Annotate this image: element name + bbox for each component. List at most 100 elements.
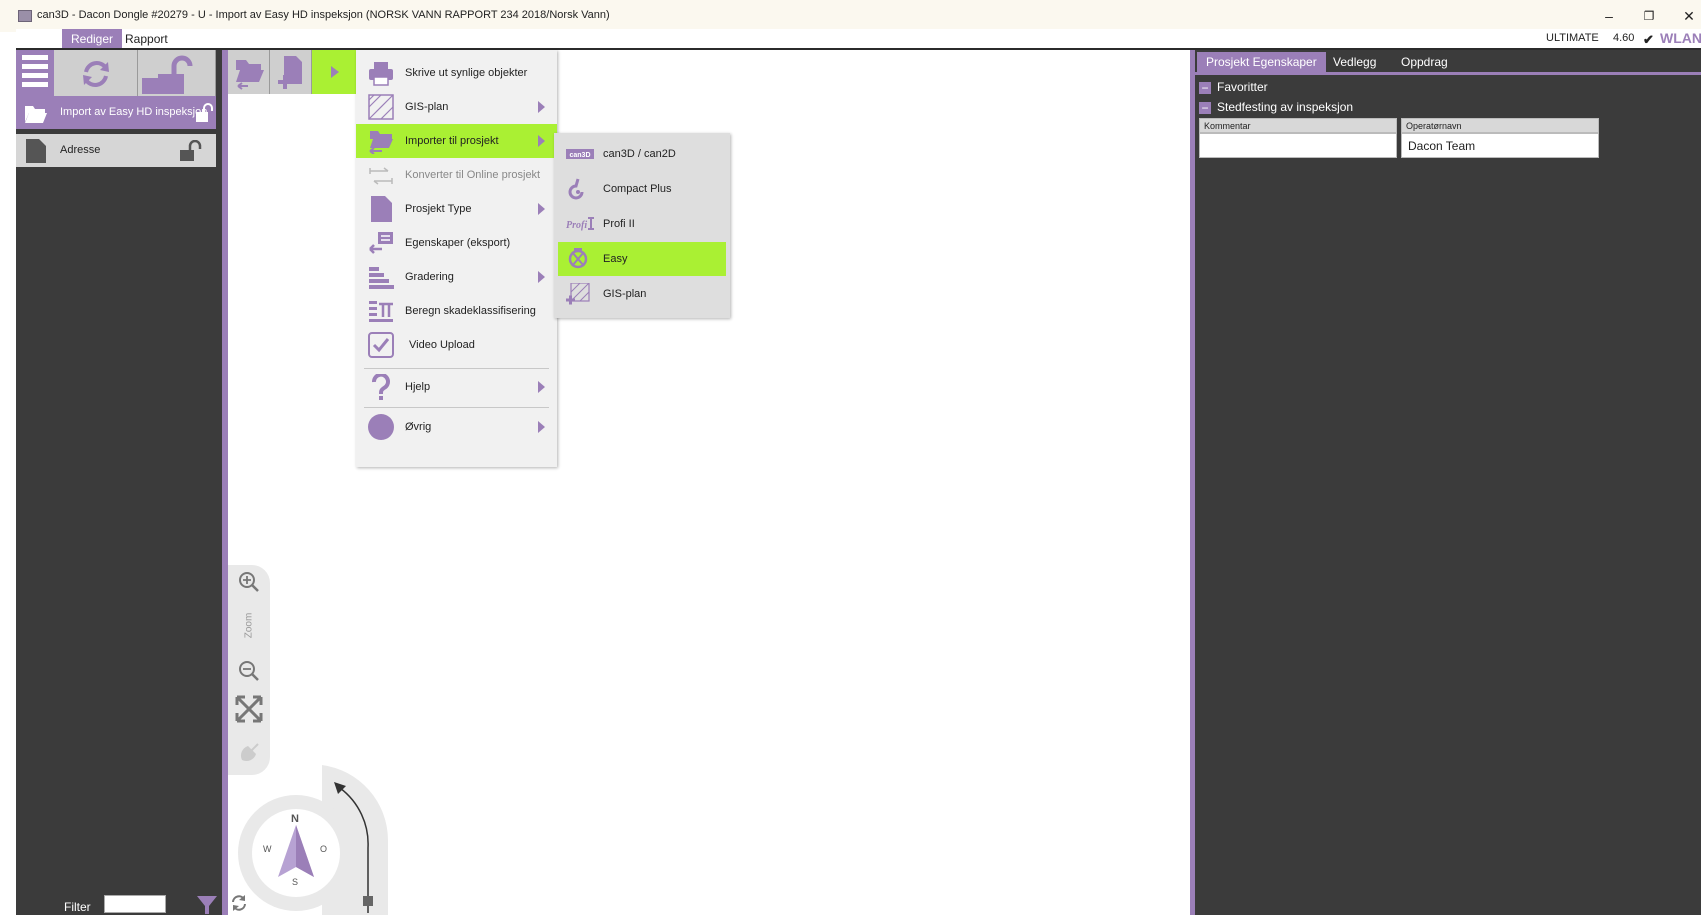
zoom-control: Zoom <box>228 565 270 775</box>
menu-item-label: Importer til prosjekt <box>405 135 499 147</box>
version-label: 4.60 <box>1613 32 1635 44</box>
hamburger-menu-button[interactable] <box>16 50 54 96</box>
fit-extent-icon[interactable] <box>235 695 263 723</box>
close-button[interactable]: ✕ <box>1674 6 1701 26</box>
tab-rapport[interactable]: Rapport <box>116 29 177 49</box>
tab-rediger[interactable]: Rediger <box>62 29 123 49</box>
calculate-icon <box>369 301 393 322</box>
submenu-arrow-icon <box>538 135 545 147</box>
filter-input[interactable] <box>104 895 166 913</box>
app-icon <box>18 10 32 22</box>
tab-assignment[interactable]: Oppdrag <box>1392 52 1457 72</box>
submenu-item-easy[interactable]: Easy <box>558 242 726 276</box>
submenu-item-label: Profi II <box>603 218 635 230</box>
tab-attachments[interactable]: Vedlegg <box>1324 52 1385 72</box>
folder-import-icon <box>236 60 264 90</box>
main-menu: Skrive ut synlige objekter GIS-plan Impo… <box>356 50 557 467</box>
folder-open-icon <box>25 106 47 123</box>
menu-item-import[interactable]: Importer til prosjekt <box>356 124 557 158</box>
compass-widget[interactable]: N S W O <box>228 760 388 915</box>
menu-item-export-properties[interactable]: Egenskaper (eksport) <box>356 226 557 260</box>
group-favorites[interactable]: − Favoritter <box>1199 80 1268 98</box>
profi-logo-icon: Profi <box>566 217 594 231</box>
unlock-icon <box>180 140 202 161</box>
menu-item-gis-plan[interactable]: GIS-plan <box>356 90 557 124</box>
svg-text:can3D: can3D <box>569 152 590 159</box>
operator-label: Operatørnavn <box>1401 118 1599 133</box>
new-object-button[interactable] <box>270 50 312 94</box>
compass-south: S <box>292 877 299 887</box>
checkbox-icon <box>368 332 394 358</box>
refresh-button[interactable] <box>54 50 138 96</box>
can3d-logo-icon: can3D <box>566 149 594 159</box>
compass-west: W <box>263 844 272 854</box>
comment-field[interactable] <box>1199 133 1397 158</box>
refresh-view-icon[interactable] <box>229 893 249 913</box>
submenu-item-label: Compact Plus <box>603 183 672 195</box>
filter-bar: Filter <box>16 893 222 915</box>
minimize-button[interactable]: – <box>1594 6 1624 26</box>
menu-item-other[interactable]: Øvrig <box>356 410 557 444</box>
menu-item-label: Prosjekt Type <box>405 203 472 215</box>
convert-icon <box>369 167 393 185</box>
menu-item-label: Konverter til Online prosjekt <box>405 169 541 181</box>
submenu-arrow-icon <box>538 271 545 283</box>
right-panel-border <box>1190 50 1195 915</box>
submenu-item-profi[interactable]: Profi Profi II <box>558 207 726 241</box>
collapse-icon: − <box>1199 82 1211 94</box>
ribbon: Rediger Rapport ULTIMATE 4.60 ✔ WLAN <box>16 29 1701 49</box>
menu-separator <box>364 407 549 408</box>
document-icon <box>26 139 46 163</box>
zoom-out-icon[interactable] <box>238 660 260 682</box>
window-title: can3D - Dacon Dongle #20279 - U - Import… <box>37 9 610 21</box>
filter-icon[interactable] <box>196 895 218 915</box>
menu-item-video-upload[interactable]: Video Upload <box>356 328 557 362</box>
export-properties-icon <box>369 232 393 254</box>
play-arrow-icon <box>331 66 339 78</box>
compact-plus-icon <box>568 178 584 200</box>
project-item-label: Import av Easy HD inspeksjon <box>60 106 208 118</box>
project-item-import[interactable]: Import av Easy HD inspeksjon <box>16 96 216 129</box>
right-panel <box>1190 50 1701 915</box>
menu-item-help[interactable]: Hjelp <box>356 370 557 404</box>
svg-text:Profi: Profi <box>566 220 587 231</box>
menu-item-print[interactable]: Skrive ut synlige objekter <box>356 56 557 90</box>
project-item-label: Adresse <box>60 144 101 156</box>
compass-north: N <box>291 813 299 825</box>
title-bar: can3D - Dacon Dongle #20279 - U - Import… <box>0 0 1701 32</box>
operator-field[interactable]: Dacon Team <box>1401 133 1599 158</box>
tab-project-properties[interactable]: Prosjekt Egenskaper <box>1197 52 1326 72</box>
submenu-item-label: GIS-plan <box>603 288 647 300</box>
submenu-item-gis-plan[interactable]: GIS-plan <box>558 277 726 311</box>
checkmark-icon: ✔ <box>1643 32 1654 47</box>
submenu-arrow-icon <box>538 101 545 113</box>
collapse-icon: − <box>1199 102 1211 114</box>
menu-item-label: Øvrig <box>405 421 432 433</box>
restore-button[interactable]: ❐ <box>1634 6 1664 26</box>
menu-item-calculate-damage[interactable]: Beregn skadeklassifisering <box>356 294 557 328</box>
expand-menu-button[interactable] <box>312 50 356 94</box>
zoom-label: Zoom <box>243 612 255 639</box>
network-label: WLAN <box>1660 30 1701 46</box>
rotate-arc-icon <box>238 765 388 915</box>
submenu-item-compact-plus[interactable]: Compact Plus <box>558 172 726 206</box>
menu-item-label: Egenskaper (eksport) <box>405 237 511 249</box>
submenu-item-label: can3D / can2D <box>603 148 676 160</box>
tab-underline <box>1195 72 1701 75</box>
group-label: Favoritter <box>1217 80 1268 94</box>
group-label: Stedfesting av inspeksjon <box>1217 100 1354 114</box>
menu-item-label: Video Upload <box>409 339 475 351</box>
menu-item-grading[interactable]: Gradering <box>356 260 557 294</box>
submenu-arrow-icon <box>538 381 545 393</box>
menu-item-project-type[interactable]: Prosjekt Type <box>356 192 557 226</box>
open-project-button[interactable] <box>228 50 270 94</box>
filter-label: Filter <box>64 900 91 914</box>
group-location[interactable]: − Stedfesting av inspeksjon <box>1199 100 1353 118</box>
submenu-item-can3d[interactable]: can3D can3D / can2D <box>558 137 726 171</box>
menu-item-convert-online[interactable]: Konverter til Online prosjekt <box>356 158 557 192</box>
project-item-adresse[interactable]: Adresse <box>16 134 216 167</box>
refresh-icon <box>83 61 109 87</box>
zoom-in-icon[interactable] <box>238 571 260 593</box>
edition-label: ULTIMATE <box>1546 32 1599 44</box>
unlock-button[interactable] <box>138 50 216 96</box>
